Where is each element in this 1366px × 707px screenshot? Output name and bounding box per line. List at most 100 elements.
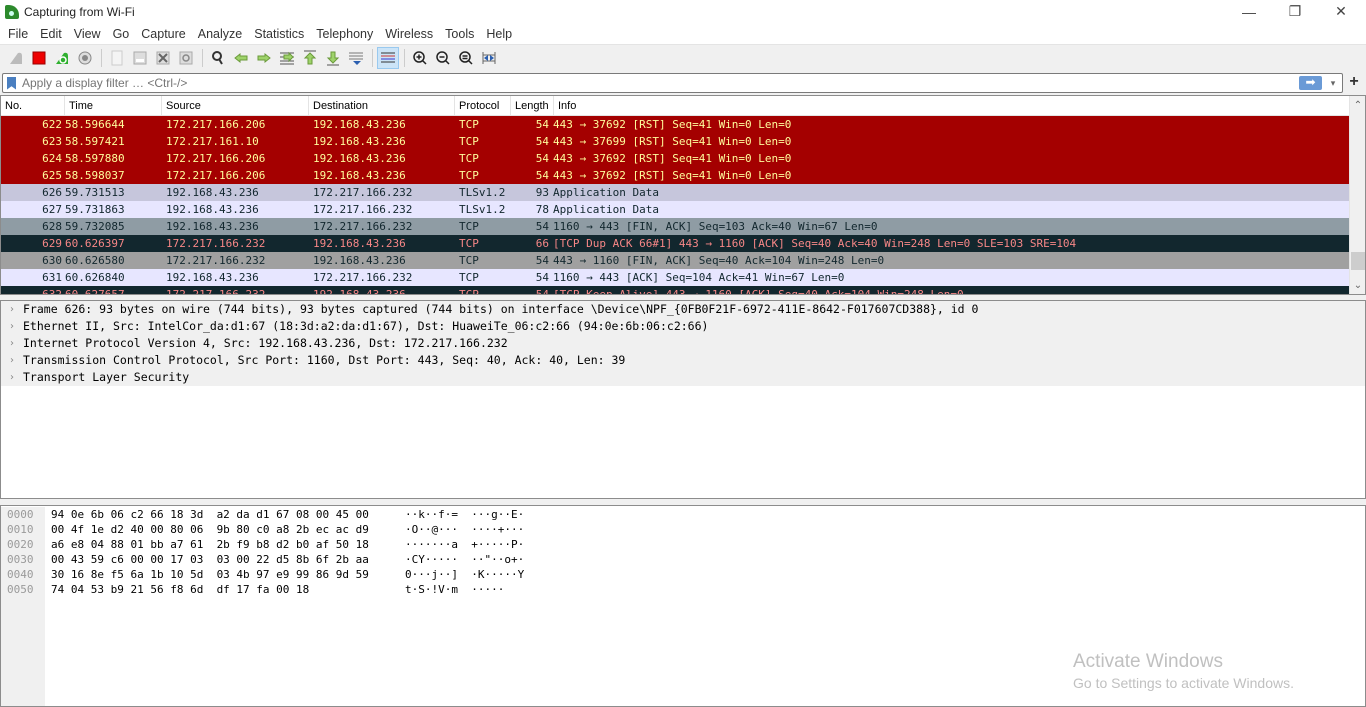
start-capture-icon[interactable]	[5, 47, 27, 69]
packet-source: 172.217.161.10	[166, 135, 259, 148]
detail-tree-item[interactable]: › Transport Layer Security	[1, 369, 1365, 386]
go-forward-icon[interactable]	[253, 47, 275, 69]
hex-bytes[interactable]: 74 04 53 b9 21 56 f8 6d df 17 fa 00 18	[45, 582, 405, 597]
packet-no: 630	[42, 254, 62, 267]
display-filter-input[interactable]	[22, 76, 1299, 90]
packet-row[interactable]: 626 59.731513 192.168.43.236 172.217.166.23…	[1, 184, 1349, 201]
column-header-no[interactable]: No.	[1, 96, 65, 116]
column-header-source[interactable]: Source	[162, 96, 309, 116]
open-file-icon[interactable]	[106, 47, 128, 69]
packet-length: 54	[535, 220, 549, 233]
column-header-protocol[interactable]: Protocol	[455, 96, 511, 116]
scroll-up-icon[interactable]: ⌃	[1350, 98, 1366, 114]
packet-length: 54	[535, 118, 549, 131]
packet-row[interactable]: 627 59.731863 192.168.43.236 172.217.166.23…	[1, 201, 1349, 218]
column-header-destination[interactable]: Destination	[309, 96, 455, 116]
packet-time: 60.627657	[65, 286, 162, 294]
packet-info: [TCP Dup ACK 66#1] 443 → 1160 [ACK] Seq=…	[553, 237, 1077, 250]
menu-telephony[interactable]: Telephony	[311, 27, 378, 41]
packet-protocol: TCP	[459, 152, 479, 165]
save-file-icon[interactable]	[129, 47, 151, 69]
first-packet-icon[interactable]	[299, 47, 321, 69]
resize-columns-icon[interactable]	[478, 47, 500, 69]
filter-dropdown-icon[interactable]: ▾	[1326, 78, 1340, 89]
packet-row[interactable]: 628 59.732085 192.168.43.236 172.217.166.23…	[1, 218, 1349, 235]
detail-text: Ethernet II, Src: IntelCor_da:d1:67 (18:…	[23, 319, 709, 333]
packet-row[interactable]: 624 58.597880 172.217.166.206 192.168.43.23…	[1, 150, 1349, 167]
ascii-bytes[interactable]: ··k··f·= ···g··E·	[405, 507, 524, 522]
menu-go[interactable]: Go	[108, 27, 135, 41]
find-packet-icon[interactable]	[207, 47, 229, 69]
expand-arrow-icon[interactable]: ›	[1, 369, 23, 386]
bookmark-icon[interactable]	[7, 76, 16, 90]
auto-scroll-icon[interactable]	[345, 47, 367, 69]
packet-row[interactable]: 629 60.626397 172.217.166.232 192.168.43.23…	[1, 235, 1349, 252]
go-to-packet-icon[interactable]	[276, 47, 298, 69]
hex-bytes[interactable]: 30 16 8e f5 6a 1b 10 5d 03 4b 97 e9 99 8…	[45, 567, 405, 582]
packet-destination: 192.168.43.236	[313, 169, 406, 182]
menu-help[interactable]: Help	[481, 27, 517, 41]
add-filter-button[interactable]: +	[1346, 73, 1362, 93]
column-header-length[interactable]: Length	[511, 96, 554, 116]
menu-statistics[interactable]: Statistics	[249, 27, 309, 41]
packet-row[interactable]: 63260.627657172.217.166.232192.168.43.23…	[1, 286, 1349, 294]
menu-view[interactable]: View	[69, 27, 106, 41]
scrollbar-thumb[interactable]	[1351, 252, 1365, 270]
menu-analyze[interactable]: Analyze	[193, 27, 247, 41]
ascii-bytes[interactable]: ·O··@··· ····+···	[405, 522, 524, 537]
packet-source: 192.168.43.236	[166, 186, 259, 199]
hex-bytes[interactable]: 94 0e 6b 06 c2 66 18 3d a2 da d1 67 08 0…	[45, 507, 405, 522]
expand-arrow-icon[interactable]: ›	[1, 318, 23, 335]
close-button[interactable]: ✕	[1318, 0, 1364, 23]
close-file-icon[interactable]	[152, 47, 174, 69]
reload-file-icon[interactable]	[175, 47, 197, 69]
restart-capture-icon[interactable]	[51, 47, 73, 69]
zoom-in-icon[interactable]	[409, 47, 431, 69]
ascii-bytes[interactable]: ·CY····· ··"··o+·	[405, 552, 524, 567]
ascii-bytes[interactable]: 0···j··] ·K·····Y	[405, 567, 524, 582]
menu-edit[interactable]: Edit	[35, 27, 67, 41]
detail-tree-item[interactable]: › Transmission Control Protocol, Src Port…	[1, 352, 1365, 369]
packet-time: 59.731863	[65, 203, 125, 216]
packet-row[interactable]: 622 58.596644 172.217.166.206 192.168.43.23…	[1, 116, 1349, 133]
menu-capture[interactable]: Capture	[136, 27, 190, 41]
ascii-bytes[interactable]: t·S·!V·m ·····	[405, 582, 504, 597]
detail-tree-item[interactable]: › Frame 626: 93 bytes on wire (744 bits),…	[1, 301, 1365, 318]
menu-tools[interactable]: Tools	[440, 27, 479, 41]
scroll-down-icon[interactable]: ⌄	[1350, 278, 1366, 294]
zoom-out-icon[interactable]	[432, 47, 454, 69]
hex-bytes[interactable]: a6 e8 04 88 01 bb a7 61 2b f9 b8 d2 b0 a…	[45, 537, 405, 552]
ascii-bytes[interactable]: ·······a +·····P·	[405, 537, 524, 552]
last-packet-icon[interactable]	[322, 47, 344, 69]
column-header-time[interactable]: Time	[65, 96, 162, 116]
packet-protocol: TLSv1.2	[459, 186, 506, 199]
colorize-icon[interactable]	[377, 47, 399, 69]
go-back-icon[interactable]	[230, 47, 252, 69]
hex-dump-row: 0040 30 16 8e f5 6a 1b 10 5d 03 4b 97 e9 …	[1, 567, 1365, 582]
capture-options-icon[interactable]	[74, 47, 96, 69]
packet-row[interactable]: 631 60.626840 192.168.43.236 172.217.166.23…	[1, 269, 1349, 286]
hex-offset: 0050	[1, 582, 45, 597]
packet-destination: 172.217.166.232	[313, 220, 413, 233]
hex-bytes[interactable]: 00 4f 1e d2 40 00 80 06 9b 80 c0 a8 2b e…	[45, 522, 405, 537]
column-header-info[interactable]: Info	[554, 96, 1349, 116]
packet-row[interactable]: 623 58.597421 172.217.161.10 192.168.43.236…	[1, 133, 1349, 150]
stop-capture-icon[interactable]	[28, 47, 50, 69]
restore-button[interactable]: ❐	[1272, 0, 1318, 23]
expand-arrow-icon[interactable]: ›	[1, 301, 23, 318]
detail-tree-item[interactable]: › Internet Protocol Version 4, Src: 192.1…	[1, 335, 1365, 352]
menu-file[interactable]: File	[3, 27, 33, 41]
expand-arrow-icon[interactable]: ›	[1, 335, 23, 352]
menu-wireless[interactable]: Wireless	[380, 27, 438, 41]
apply-filter-button[interactable]: ➡	[1299, 76, 1322, 90]
packet-row[interactable]: 630 60.626580 172.217.166.232 192.168.43.23…	[1, 252, 1349, 269]
expand-arrow-icon[interactable]: ›	[1, 352, 23, 369]
packet-row[interactable]: 625 58.598037 172.217.166.206 192.168.43.23…	[1, 167, 1349, 184]
packet-info: 443 → 37699 [RST] Seq=41 Win=0 Len=0	[553, 135, 792, 148]
packet-list-scrollbar[interactable]: ⌃ ⌄	[1349, 96, 1365, 294]
minimize-button[interactable]: —	[1226, 0, 1272, 23]
normal-size-icon[interactable]	[455, 47, 477, 69]
hex-bytes[interactable]: 00 43 59 c6 00 00 17 03 03 00 22 d5 8b 6…	[45, 552, 405, 567]
packet-source: 172.217.166.232	[166, 254, 266, 267]
detail-tree-item[interactable]: › Ethernet II, Src: IntelCor_da:d1:67 (18…	[1, 318, 1365, 335]
